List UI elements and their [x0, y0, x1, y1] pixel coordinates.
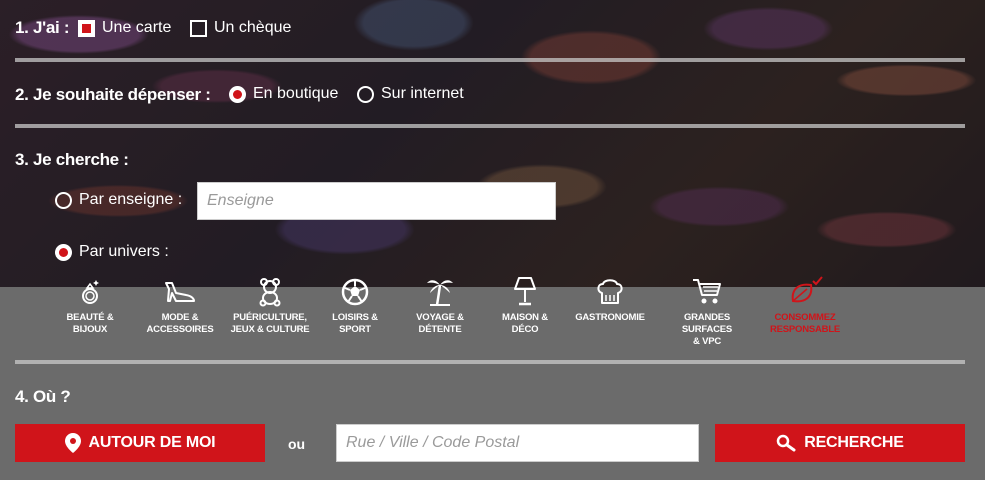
or-separator: ou — [288, 436, 306, 452]
by-universe-radio[interactable] — [55, 243, 72, 261]
category-label-line2: RESPONSABLE — [769, 324, 841, 335]
location-pin-icon — [64, 433, 81, 453]
category-label-line1: BEAUTÉ & — [66, 312, 114, 323]
category-responsible-consumption[interactable]: CONSOMMEZ RESPONSABLE — [765, 275, 845, 336]
brand-search-input[interactable] — [197, 182, 556, 220]
leaf-check-icon — [791, 276, 823, 303]
teddy-bear-icon — [259, 278, 281, 307]
category-label-line1: VOYAGE & — [416, 312, 464, 323]
in-store-radio[interactable] — [229, 85, 246, 103]
category-label-line2: DÉCO — [511, 324, 539, 335]
section-4-title: 4. Où ? — [15, 387, 71, 406]
search-icon — [776, 434, 796, 452]
category-home-decor[interactable]: MAISON & DÉCO — [485, 275, 565, 336]
card-checkbox[interactable] — [78, 19, 95, 37]
category-label-line2: JEUX & CULTURE — [230, 324, 310, 335]
divider-3 — [15, 360, 965, 364]
category-label-line1: GASTRONOMIE — [575, 312, 645, 323]
category-label-line2: ACCESSOIRES — [146, 324, 214, 335]
search-label: RECHERCHE — [804, 434, 904, 451]
section-2-title: 2. Je souhaite dépenser : — [15, 85, 211, 104]
ball-icon — [341, 278, 369, 306]
category-beauty-jewelry[interactable]: BEAUTÉ & BIJOUX — [50, 275, 130, 336]
option-in-store-label: En boutique — [253, 85, 339, 102]
section-3-title: 3. Je cherche : — [15, 150, 129, 169]
address-input[interactable] — [336, 424, 699, 462]
option-by-universe[interactable]: Par univers : — [55, 243, 169, 261]
divider-1 — [15, 58, 965, 62]
divider-2 — [15, 124, 965, 128]
lamp-icon — [514, 277, 536, 306]
category-childcare-games-culture[interactable]: PUÉRICULTURE, JEUX & CULTURE — [230, 275, 310, 336]
category-travel-relaxation[interactable]: VOYAGE & DÉTENTE — [400, 275, 480, 336]
option-by-universe-label: Par univers : — [79, 243, 169, 260]
online-radio[interactable] — [357, 85, 374, 103]
category-label-line2: & VPC — [692, 336, 722, 347]
section-1-title: 1. J'ai : — [15, 18, 70, 37]
by-brand-radio[interactable] — [55, 191, 72, 209]
option-card-label: Une carte — [102, 19, 172, 36]
category-gastronomy[interactable]: GASTRONOMIE — [570, 275, 650, 324]
category-label-line2: SPORT — [339, 324, 371, 335]
search-button[interactable]: RECHERCHE — [715, 424, 965, 462]
category-label-line1: MAISON & — [502, 312, 548, 323]
cheque-checkbox[interactable] — [190, 19, 207, 37]
shopping-cart-icon — [693, 279, 721, 304]
option-cheque[interactable]: Un chèque — [190, 19, 291, 37]
ring-icon — [82, 280, 99, 304]
category-fashion-accessories[interactable]: MODE & ACCESSOIRES — [140, 275, 220, 336]
category-label-line1: PUÉRICULTURE, — [233, 312, 307, 323]
high-heel-icon — [165, 282, 195, 302]
category-label-line2: BIJOUX — [72, 324, 108, 335]
category-label-line1: CONSOMMEZ — [774, 312, 836, 323]
category-label-line1: MODE & — [161, 312, 199, 323]
option-online[interactable]: Sur internet — [357, 85, 464, 103]
chef-hat-icon — [597, 279, 623, 304]
around-me-label: AUTOUR DE MOI — [88, 434, 216, 451]
category-label-line1: GRANDES SURFACES — [681, 312, 733, 335]
option-card[interactable]: Une carte — [78, 19, 171, 37]
palm-tree-icon — [427, 280, 453, 306]
category-leisure-sport[interactable]: LOISIRS & SPORT — [315, 275, 395, 336]
option-in-store[interactable]: En boutique — [229, 85, 338, 103]
category-supermarkets-mail-order[interactable]: GRANDES SURFACES & VPC — [667, 275, 747, 348]
option-by-brand-label: Par enseigne : — [79, 191, 183, 208]
category-label-line2: DÉTENTE — [418, 324, 462, 335]
option-cheque-label: Un chèque — [214, 19, 292, 36]
category-label-line1: LOISIRS & — [332, 312, 378, 323]
option-online-label: Sur internet — [381, 85, 464, 102]
option-by-brand[interactable]: Par enseigne : — [55, 191, 182, 209]
around-me-button[interactable]: AUTOUR DE MOI — [15, 424, 265, 462]
